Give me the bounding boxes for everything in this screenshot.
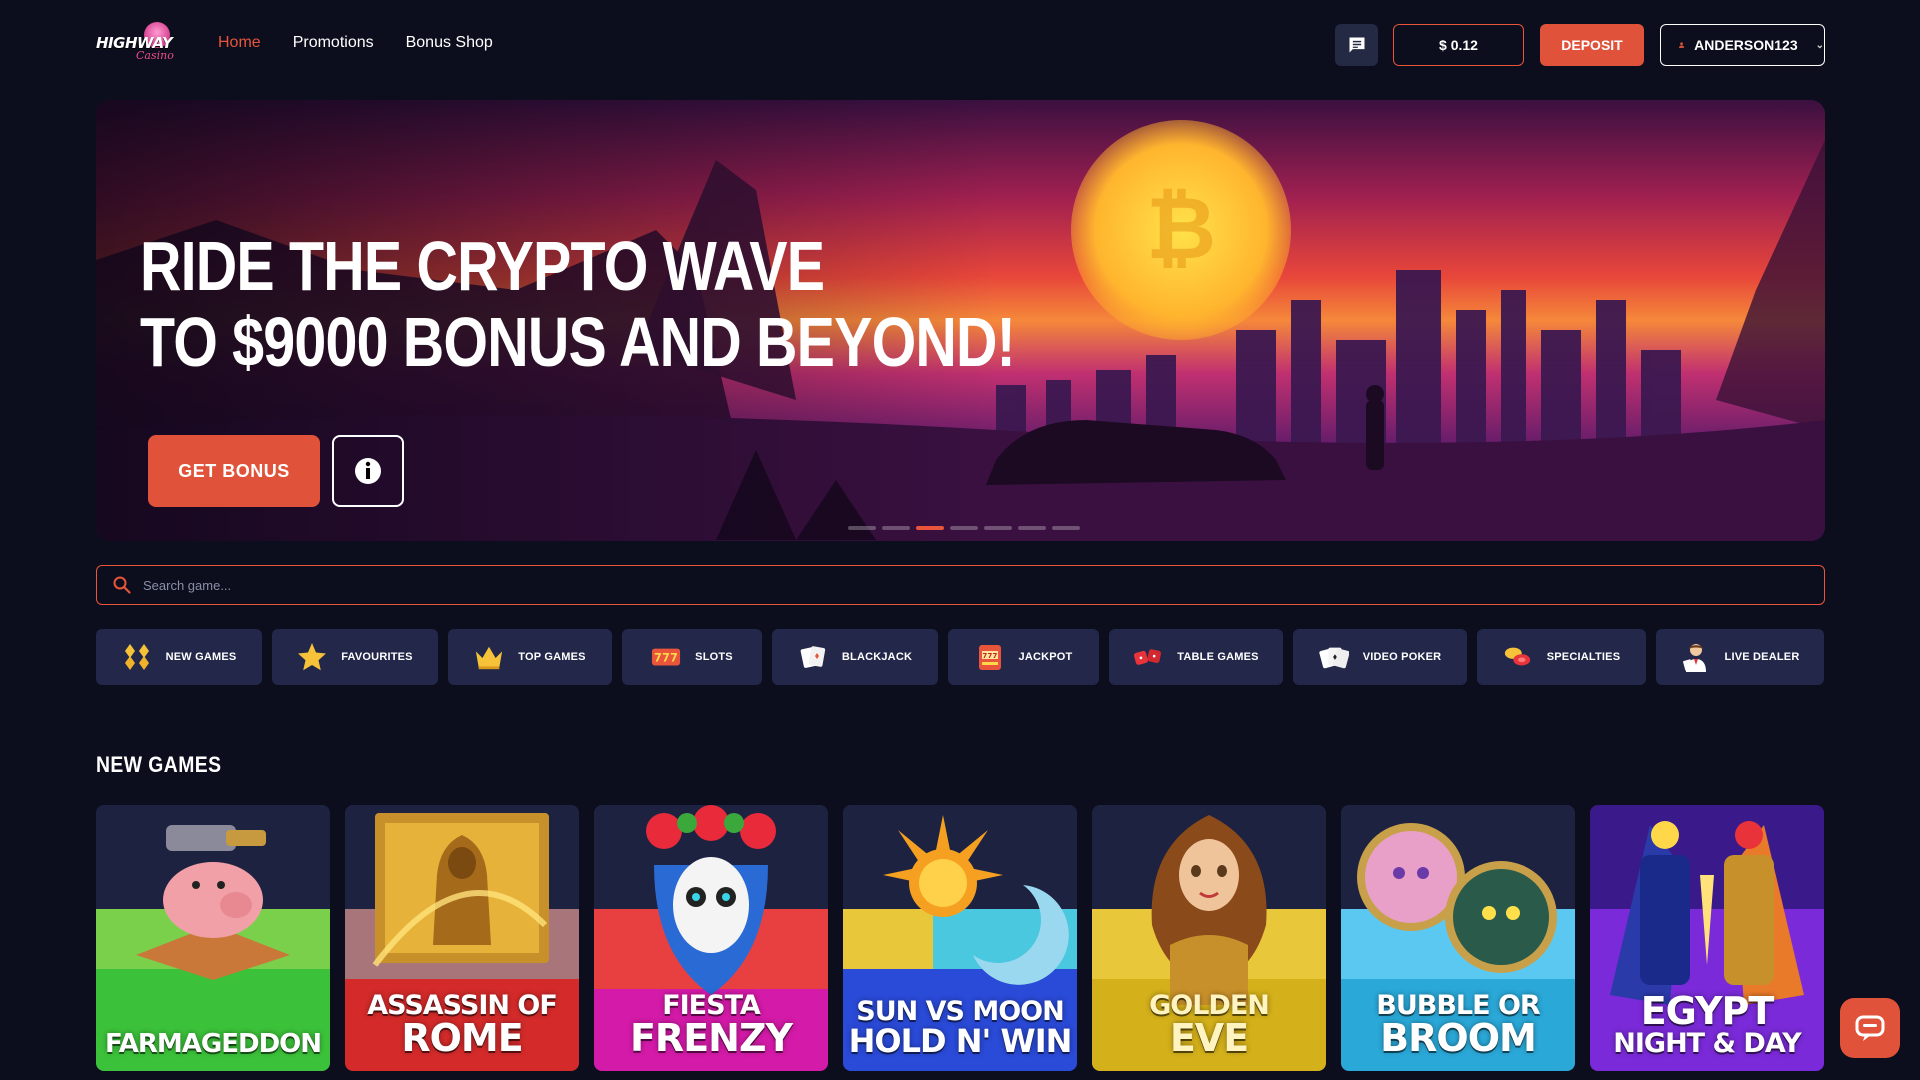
hero-headline-line1: RIDE THE CRYPTO WAVE: [140, 227, 825, 305]
search-input[interactable]: [143, 577, 1743, 593]
category-slots[interactable]: 777 SLOTS: [622, 629, 762, 685]
username-label: ANDERSON123: [1694, 37, 1798, 53]
new-games-row: FARMAGEDDON ASSASSIN OF ROME FIESTA FREN…: [96, 805, 1825, 1071]
message-icon: [1349, 37, 1364, 53]
game-title: BUBBLE OR BROOM: [1376, 990, 1540, 1060]
logo-subtitle: Casino: [136, 49, 174, 62]
hero-headline: RIDE THE CRYPTO WAVE TO $9000 BONUS AND …: [140, 227, 1016, 381]
carousel-dot[interactable]: [950, 526, 978, 530]
poker-cards-icon: [1319, 642, 1349, 672]
game-card-assassin-of-rome[interactable]: ASSASSIN OF ROME: [345, 805, 579, 1071]
category-new-games[interactable]: NEW GAMES: [96, 629, 262, 685]
category-table-games[interactable]: TABLE GAMES: [1109, 629, 1283, 685]
category-label: TOP GAMES: [518, 651, 586, 663]
info-button[interactable]: [332, 435, 404, 507]
star-icon: [297, 642, 327, 672]
category-video-poker[interactable]: VIDEO POKER: [1293, 629, 1467, 685]
game-card-fiesta-frenzy[interactable]: FIESTA FRENZY: [594, 805, 828, 1071]
category-live-dealer[interactable]: LIVE DEALER: [1656, 629, 1824, 685]
nav-home[interactable]: Home: [218, 34, 261, 52]
hero-banner[interactable]: ₿ RIDE THE CRYPTO WAVE TO $9000 BONUS AN…: [96, 100, 1825, 541]
casino-logo[interactable]: HIGHWAY Casino: [96, 22, 186, 66]
new-games-heading: NEW GAMES: [96, 752, 222, 777]
cards-icon: [798, 642, 828, 672]
category-label: SPECIALTIES: [1546, 651, 1621, 663]
user-menu-button[interactable]: ANDERSON123 ⌄: [1660, 24, 1825, 66]
game-title: SUN VS MOON HOLD N' WIN: [848, 996, 1073, 1060]
svg-text:777: 777: [654, 652, 678, 665]
user-avatar-icon: [1679, 42, 1685, 48]
slot-machine-icon: 777: [975, 642, 1005, 672]
carousel-dot[interactable]: [984, 526, 1012, 530]
category-label: JACKPOT: [1018, 651, 1073, 663]
search-icon: [113, 576, 131, 594]
game-card-farmageddon[interactable]: FARMAGEDDON: [96, 805, 330, 1071]
main-nav: Home Promotions Bonus Shop: [218, 34, 493, 52]
game-card-egypt-night-day[interactable]: EGYPT NIGHT & DAY: [1590, 805, 1824, 1071]
category-label: NEW GAMES: [165, 651, 237, 663]
category-label: FAVOURITES: [341, 651, 413, 663]
nav-promotions[interactable]: Promotions: [293, 34, 374, 52]
chips-icon: [1503, 642, 1533, 672]
category-blackjack[interactable]: BLACKJACK: [772, 629, 938, 685]
get-bonus-button[interactable]: GET BONUS: [148, 435, 320, 507]
balance-button[interactable]: $ 0.12: [1393, 24, 1524, 66]
carousel-indicators: [848, 526, 1080, 530]
hero-headline-line2: TO $9000 BONUS AND BEYOND!: [140, 303, 1016, 381]
category-bar: NEW GAMES FAVOURITES TOP GAMES 777 SLOTS…: [96, 629, 1825, 685]
game-title: EGYPT NIGHT & DAY: [1613, 989, 1801, 1059]
carousel-dot[interactable]: [1052, 526, 1080, 530]
live-chat-button[interactable]: [1840, 998, 1900, 1058]
crown-icon: [474, 642, 504, 672]
messages-button[interactable]: [1335, 24, 1378, 66]
carousel-dot[interactable]: [1018, 526, 1046, 530]
category-top-games[interactable]: TOP GAMES: [448, 629, 612, 685]
game-card-golden-eve[interactable]: GOLDEN EVE: [1092, 805, 1326, 1071]
info-icon: [355, 458, 381, 484]
nav-bonus-shop[interactable]: Bonus Shop: [406, 34, 493, 52]
category-label: VIDEO POKER: [1362, 651, 1442, 663]
svg-text:777: 777: [982, 652, 997, 660]
game-card-bubble-or-broom[interactable]: BUBBLE OR BROOM: [1341, 805, 1575, 1071]
game-card-sun-vs-moon[interactable]: SUN VS MOON HOLD N' WIN: [843, 805, 1077, 1071]
game-search-bar: [96, 565, 1825, 605]
category-label: BLACKJACK: [841, 651, 913, 663]
category-label: SLOTS: [695, 651, 733, 663]
chat-bubble-icon: [1855, 1015, 1885, 1041]
category-label: TABLE GAMES: [1177, 651, 1259, 663]
gems-icon: [122, 642, 152, 672]
chevron-down-icon: ⌄: [1815, 39, 1824, 51]
carousel-dot[interactable]: [848, 526, 876, 530]
dice-icon: [1133, 642, 1163, 672]
game-title: GOLDEN EVE: [1149, 990, 1270, 1060]
deposit-button[interactable]: DEPOSIT: [1540, 24, 1644, 66]
slots-777-icon: 777: [651, 642, 681, 672]
game-title: FIESTA FRENZY: [629, 990, 793, 1060]
dealer-icon: [1681, 642, 1711, 672]
category-specialties[interactable]: SPECIALTIES: [1477, 629, 1646, 685]
category-favourites[interactable]: FAVOURITES: [272, 629, 438, 685]
game-title: FARMAGEDDON: [104, 1029, 322, 1059]
game-title: ASSASSIN OF ROME: [367, 990, 558, 1060]
category-jackpot[interactable]: 777 JACKPOT: [948, 629, 1099, 685]
carousel-dot[interactable]: [882, 526, 910, 530]
category-label: LIVE DEALER: [1724, 651, 1800, 663]
carousel-dot-active[interactable]: [916, 526, 944, 530]
top-header: HIGHWAY Casino Home Promotions Bonus Sho…: [0, 0, 1920, 90]
